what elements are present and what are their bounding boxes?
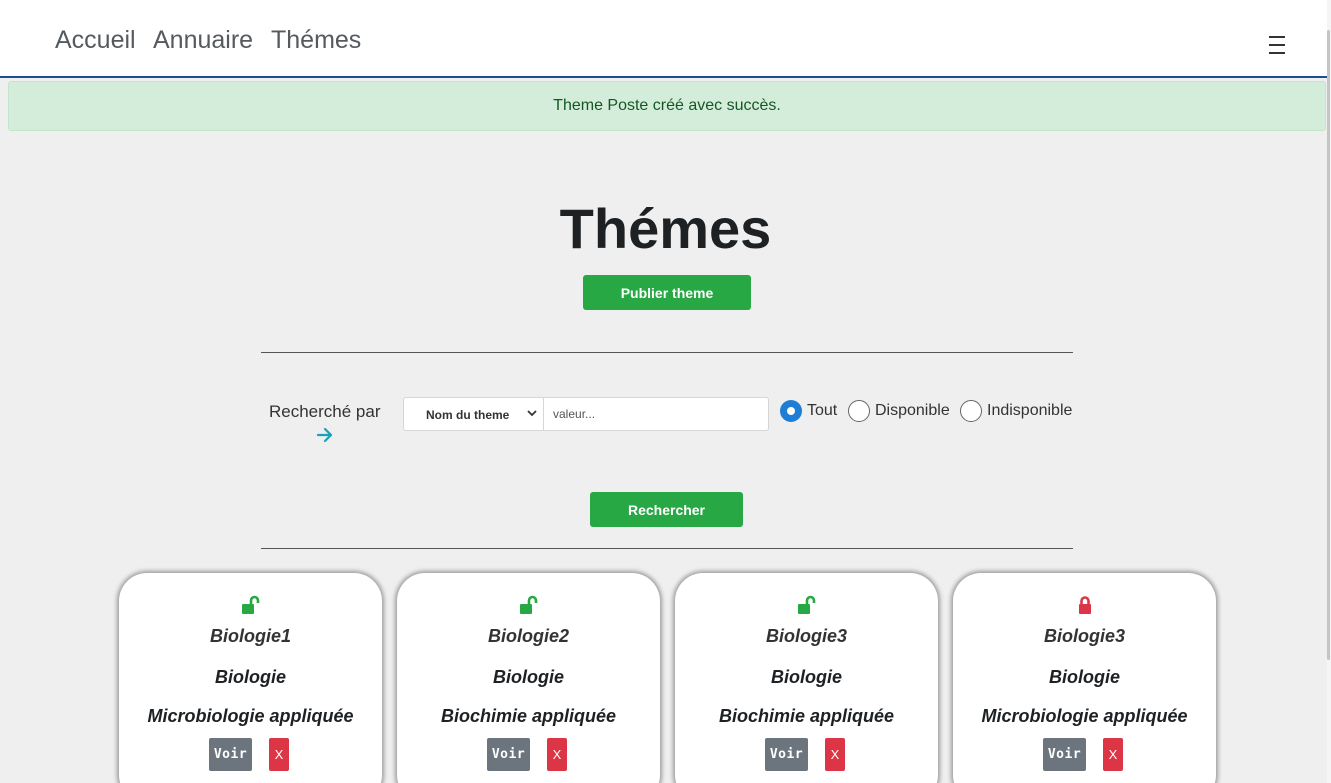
theme-category: Biologie bbox=[771, 667, 842, 687]
radio-tout-circle[interactable] bbox=[780, 400, 802, 422]
nav-link-annuaire[interactable]: Annuaire bbox=[153, 26, 253, 55]
radio-indisponible[interactable]: Indisponible bbox=[960, 400, 1072, 422]
radio-disponible[interactable]: Disponible bbox=[848, 400, 950, 422]
theme-subcategory: Microbiologie appliquée bbox=[981, 706, 1188, 726]
view-button[interactable]: Voir bbox=[765, 738, 808, 771]
theme-category: Biologie bbox=[1049, 667, 1120, 687]
theme-category: Biologie bbox=[215, 667, 286, 687]
radio-indisponible-circle[interactable] bbox=[960, 400, 982, 422]
theme-subcategory: Microbiologie appliquée bbox=[147, 706, 354, 726]
view-button[interactable]: Voir bbox=[1043, 738, 1086, 771]
radio-tout-label: Tout bbox=[807, 402, 838, 419]
chevron-down-icon bbox=[527, 410, 537, 417]
nav-link-accueil[interactable]: Accueil bbox=[55, 26, 136, 55]
radio-disponible-label: Disponible bbox=[875, 402, 950, 419]
arrow-right-icon bbox=[316, 427, 333, 443]
delete-button[interactable]: X bbox=[269, 738, 289, 771]
bottom-divider bbox=[261, 548, 1073, 549]
theme-card: Biologie1 Biologie Microbiologie appliqu… bbox=[119, 573, 382, 783]
page-scrollbar[interactable] bbox=[1327, 0, 1331, 783]
theme-subcategory: Biochimie appliquée bbox=[718, 706, 895, 726]
theme-card: Biologie3 Biologie Microbiologie appliqu… bbox=[953, 573, 1216, 783]
view-button[interactable]: Voir bbox=[209, 738, 252, 771]
theme-name: Biologie3 bbox=[1043, 626, 1125, 646]
radio-disponible-circle[interactable] bbox=[848, 400, 870, 422]
theme-card: Biologie2 Biologie Biochimie appliquée V… bbox=[397, 573, 660, 783]
lock-open-icon bbox=[241, 595, 259, 614]
lock-closed-icon bbox=[1078, 596, 1091, 614]
top-divider bbox=[261, 352, 1073, 353]
radio-indisponible-label: Indisponible bbox=[987, 402, 1073, 419]
theme-card: Biologie3 Biologie Biochimie appliquée V… bbox=[675, 573, 938, 783]
search-label: Recherché par bbox=[269, 402, 381, 421]
delete-button[interactable]: X bbox=[1103, 738, 1123, 771]
hamburger-menu-icon[interactable] bbox=[1269, 36, 1287, 56]
view-button[interactable]: Voir bbox=[487, 738, 530, 771]
search-field-select[interactable]: Nom du theme bbox=[403, 397, 544, 431]
delete-button[interactable]: X bbox=[547, 738, 567, 771]
success-alert: Theme Poste créé avec succès. bbox=[8, 81, 1326, 131]
publish-theme-button[interactable]: Publier theme bbox=[583, 275, 751, 310]
nav-link-themes[interactable]: Thémes bbox=[271, 26, 361, 55]
page-title: Thémes bbox=[559, 197, 772, 260]
radio-tout[interactable]: Tout bbox=[780, 400, 837, 422]
search-button[interactable]: Rechercher bbox=[590, 492, 743, 527]
theme-subcategory: Biochimie appliquée bbox=[440, 706, 617, 726]
theme-name: Biologie3 bbox=[765, 626, 847, 646]
search-value-input[interactable] bbox=[543, 397, 769, 431]
lock-open-icon bbox=[519, 595, 537, 614]
lock-open-icon bbox=[797, 595, 815, 614]
theme-category: Biologie bbox=[493, 667, 564, 687]
theme-name: Biologie1 bbox=[209, 626, 291, 646]
theme-name: Biologie2 bbox=[487, 626, 569, 646]
top-navbar: Accueil Annuaire Thémes bbox=[0, 0, 1331, 78]
delete-button[interactable]: X bbox=[825, 738, 845, 771]
search-field-select-value: Nom du theme bbox=[426, 408, 510, 422]
